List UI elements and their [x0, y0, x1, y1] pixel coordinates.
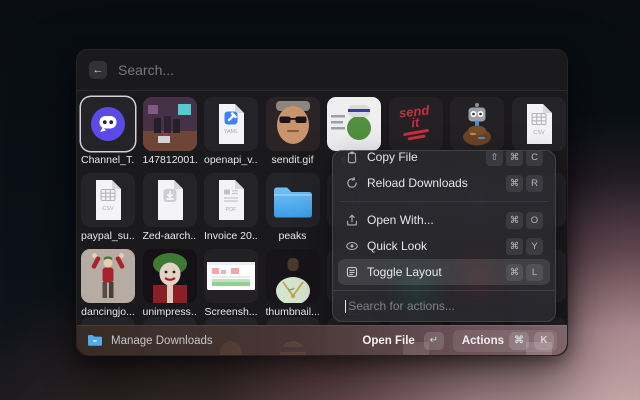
- file-item-zed-dmg[interactable]: Zed-aarch...: [143, 173, 197, 243]
- eye-icon: [345, 239, 359, 253]
- r-key-icon: R: [526, 175, 543, 192]
- menu-item-label: Reload Downloads: [367, 176, 498, 190]
- file-label: Zed-aarch...: [143, 230, 197, 242]
- svg-text:PDF: PDF: [226, 207, 238, 213]
- image-thumbnail: send it: [389, 97, 443, 151]
- file-item-screenshot[interactable]: Screensh...: [204, 249, 258, 319]
- menu-item-label: Toggle Layout: [367, 265, 498, 279]
- file-label: Channel_T...: [81, 154, 135, 166]
- svg-text:CSV: CSV: [102, 206, 114, 212]
- command-key-icon: ⌘: [506, 238, 523, 255]
- actions-menu-list: Copy File ⇧ ⌘ C Reload Downloads ⌘ R: [333, 150, 555, 290]
- open-file-action[interactable]: Open File: [362, 335, 414, 347]
- actions-menu: Copy File ⇧ ⌘ C Reload Downloads ⌘ R: [332, 150, 556, 322]
- menu-item-label: Copy File: [367, 150, 478, 164]
- menu-divider: [340, 201, 548, 202]
- status-bar: Manage Downloads Open File ↵ Actions ⌘ K: [77, 325, 567, 355]
- file-item-sendit-gif[interactable]: sendit.gif: [266, 97, 320, 167]
- reload-icon: [345, 176, 359, 190]
- menu-item-toggle-layout[interactable]: Toggle Layout ⌘ L: [338, 259, 550, 285]
- image-thumbnail: [266, 249, 320, 303]
- file-item-invoice-pdf[interactable]: PDF Invoice 20...: [204, 173, 258, 243]
- menu-item-label: Open With...: [367, 213, 498, 227]
- copy-icon: [345, 150, 359, 164]
- desktop: ← Search... Channel_T...: [0, 0, 640, 400]
- image-thumbnail: [450, 97, 504, 151]
- command-key-icon: ⌘: [506, 150, 523, 166]
- search-input[interactable]: Search...: [118, 62, 174, 78]
- command-key-icon: ⌘: [506, 175, 523, 192]
- file-label: openapi_v...: [204, 154, 258, 166]
- menu-item-label: Quick Look: [367, 239, 498, 253]
- svg-text:CSV: CSV: [533, 130, 545, 136]
- command-key-icon: ⌘: [506, 264, 523, 281]
- folder-icon: [87, 334, 103, 347]
- dmg-file-icon: [143, 173, 197, 227]
- csv-file-icon: CSV: [81, 173, 135, 227]
- shift-key-icon: ⇧: [486, 150, 503, 166]
- c-key-icon: C: [526, 150, 543, 166]
- file-label: Invoice 20...: [204, 230, 258, 242]
- file-item-dancing-joker[interactable]: dancingjo...: [81, 249, 135, 319]
- file-item-paypal-csv[interactable]: CSV paypal_su...: [81, 173, 135, 243]
- sendit-text-art: send it: [399, 105, 433, 140]
- gif-thumbnail: [266, 97, 320, 151]
- actions-search-placeholder: Search for actions...: [348, 299, 455, 313]
- file-label: sendit.gif: [266, 154, 320, 166]
- command-key-icon: ⌘: [509, 332, 529, 350]
- file-item-peaks-folder[interactable]: peaks: [266, 173, 320, 243]
- actions-button[interactable]: Actions ⌘ K: [453, 330, 557, 352]
- actions-label: Actions: [462, 335, 504, 347]
- app-icon-thumbnail: [81, 97, 135, 151]
- menu-item-quick-look[interactable]: Quick Look ⌘ Y: [338, 233, 550, 259]
- y-key-icon: Y: [526, 238, 543, 255]
- o-key-icon: O: [526, 212, 543, 229]
- folder-icon: [266, 173, 320, 227]
- menu-item-open-with[interactable]: Open With... ⌘ O: [338, 207, 550, 233]
- actions-search-input[interactable]: Search for actions...: [333, 290, 555, 321]
- file-label: 147812001...: [143, 154, 197, 166]
- screenshot-thumbnail: [204, 249, 258, 303]
- csv-file-icon: CSV: [512, 97, 566, 151]
- gif-thumbnail: [143, 249, 197, 303]
- k-key-icon: K: [534, 332, 554, 350]
- text-cursor: [345, 300, 346, 313]
- layout-icon: [345, 265, 359, 279]
- file-label: peaks: [266, 230, 320, 242]
- extension-name: Manage Downloads: [111, 335, 213, 347]
- menu-item-reload-downloads[interactable]: Reload Downloads ⌘ R: [338, 170, 550, 196]
- arrow-left-icon: ←: [93, 64, 104, 76]
- l-key-icon: L: [526, 264, 543, 281]
- svg-text:YAML: YAML: [224, 129, 239, 135]
- open-with-icon: [345, 213, 359, 227]
- file-item-joker-face[interactable]: unimpress...: [143, 249, 197, 319]
- command-key-icon: ⌘: [506, 212, 523, 229]
- return-key-icon: ↵: [424, 332, 444, 350]
- extension-info: Manage Downloads: [87, 334, 213, 347]
- file-label: paypal_su...: [81, 230, 135, 242]
- pdf-file-icon: PDF: [204, 173, 258, 227]
- back-button[interactable]: ←: [89, 61, 107, 79]
- gif-thumbnail: [81, 249, 135, 303]
- file-item-yaml[interactable]: YAML openapi_v...: [204, 97, 258, 167]
- file-item-thumbnail-person[interactable]: thumbnail...: [266, 249, 320, 319]
- yaml-file-icon: YAML: [204, 97, 258, 151]
- file-item-image[interactable]: 147812001...: [143, 97, 197, 167]
- menu-item-copy-file[interactable]: Copy File ⇧ ⌘ C: [338, 150, 550, 170]
- gif-thumbnail: [327, 97, 381, 151]
- image-thumbnail: [143, 97, 197, 151]
- file-item-channel[interactable]: Channel_T...: [81, 97, 135, 167]
- search-bar: ← Search...: [77, 50, 567, 91]
